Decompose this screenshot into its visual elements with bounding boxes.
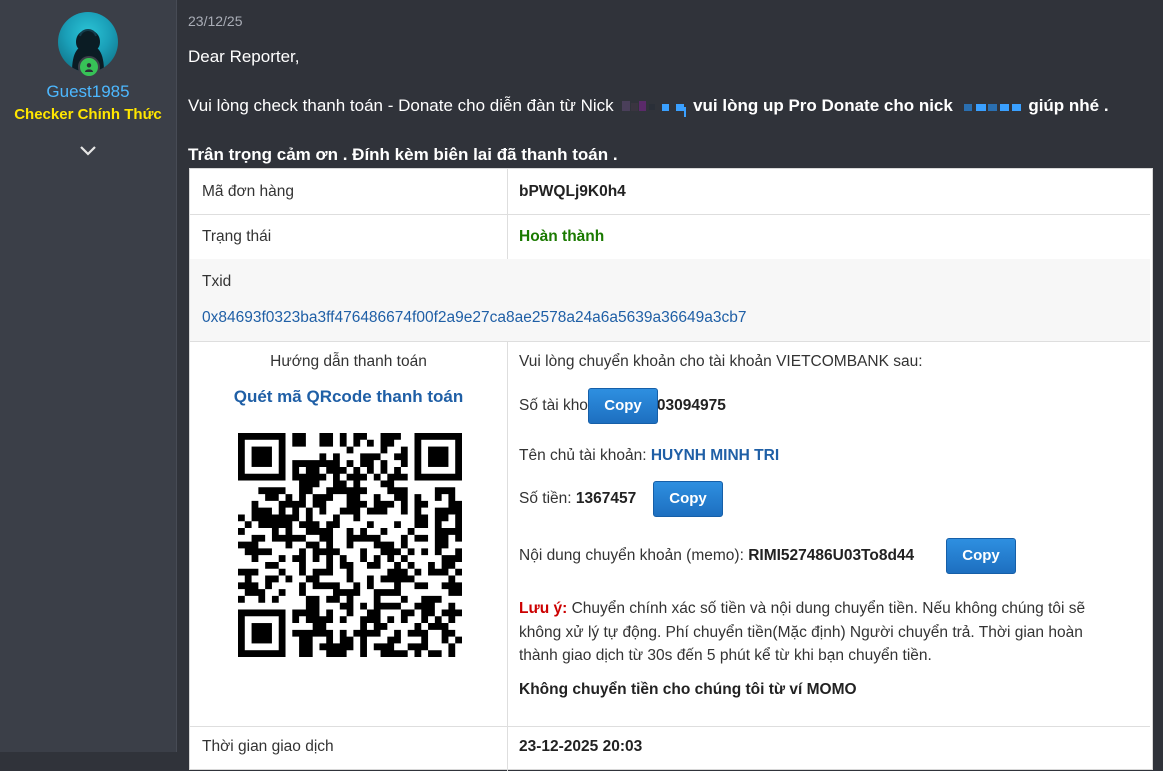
column-divider	[507, 726, 508, 771]
amount-label: Số tiền:	[519, 490, 572, 507]
memo-value: RIMI527486U03To8d44	[748, 547, 915, 564]
post-line-1-part2: vui lòng up Pro Donate cho nick	[693, 96, 953, 115]
copy-amount-button[interactable]: Copy	[653, 481, 723, 517]
txid-row: Txid 0x84693f0323ba3ff476486674f00f2a9e2…	[190, 259, 1150, 342]
username-link[interactable]: Guest1985	[0, 82, 176, 102]
memo-line: Nội dung chuyển khoản (memo): RIMI527486…	[519, 547, 914, 565]
order-row: Mã đơn hàng bPWQLj9K0h4	[190, 169, 1150, 215]
note-block: Lưu ý: Chuyển chính xác số tiền và nội d…	[519, 597, 1134, 668]
status-row: Trạng thái Hoàn thành	[190, 214, 1150, 260]
column-divider	[507, 169, 508, 259]
note-text-3: thành giao dịch từ 30s đến 5 phút kể từ …	[519, 647, 932, 664]
note-text-1: Chuyển chính xác số tiền và nội dung chu…	[571, 600, 1086, 617]
online-status-icon	[78, 56, 100, 78]
note-label: Lưu ý:	[519, 600, 568, 617]
redacted-nick-2	[963, 99, 1024, 115]
post-line-1: Vui lòng check thanh toán - Donate cho d…	[188, 96, 1109, 117]
bank-intro: Vui lòng chuyển khoản cho tài khoản VIET…	[519, 353, 923, 370]
order-value: bPWQLj9K0h4	[519, 183, 626, 200]
copy-account-button[interactable]: Copy	[588, 388, 658, 424]
payment-receipt-table: Mã đơn hàng bPWQLj9K0h4 Trạng thái Hoàn …	[189, 168, 1153, 771]
txid-link[interactable]: 0x84693f0323ba3ff476486674f00f2a9e27ca8a…	[202, 309, 746, 327]
amount-value: 1367457	[575, 490, 637, 507]
owner-value: HUYNH MINH TRI	[650, 447, 780, 464]
guide-label: Hướng dẫn thanh toán	[270, 353, 427, 370]
memo-label: Nội dung chuyển khoản (memo):	[519, 547, 744, 564]
time-label: Thời gian giao dịch	[202, 738, 334, 755]
order-label: Mã đơn hàng	[202, 183, 295, 200]
post-body: 23/12/25 Dear Reporter, Vui lòng check t…	[177, 0, 1163, 771]
qr-code-icon[interactable]	[238, 433, 462, 657]
post-line-1-part3: giúp nhé .	[1028, 96, 1109, 115]
user-title: Checker Chính Thức	[14, 106, 162, 123]
post-line-1-part1: Vui lòng check thanh toán - Donate cho d…	[188, 96, 614, 115]
amount-line: Số tiền: 1367457	[519, 490, 636, 508]
post-date[interactable]: 23/12/25	[188, 13, 243, 29]
owner-label: Tên chủ tài khoản:	[519, 447, 647, 464]
note-text-2: không xử lý tự động. Phí chuyển tiền(Mặc…	[519, 623, 1083, 641]
redacted-nick-1	[622, 99, 688, 117]
owner-line: Tên chủ tài khoản: HUYNH MINH TRI	[519, 447, 779, 465]
payment-guide-row: Hướng dẫn thanh toán Quét mã QRcode than…	[190, 341, 1150, 727]
user-sidebar: Guest1985 Checker Chính Thức	[0, 0, 177, 752]
post-line-2: Trân trọng cảm ơn . Đính kèm biên lai đã…	[188, 145, 618, 164]
greeting-text: Dear Reporter,	[188, 47, 300, 66]
time-value: 23-12-2025 20:03	[519, 738, 643, 755]
momo-warning: Không chuyển tiền cho chúng tôi từ ví MO…	[519, 681, 857, 698]
column-divider	[507, 341, 508, 726]
qr-label: Quét mã QRcode thanh toán	[233, 387, 464, 406]
chevron-down-icon[interactable]	[78, 143, 98, 157]
txid-label: Txid	[202, 273, 232, 290]
status-value: Hoàn thành	[519, 228, 605, 245]
time-row: Thời gian giao dịch 23-12-2025 20:03	[190, 726, 1150, 771]
copy-memo-button[interactable]: Copy	[946, 538, 1016, 574]
status-label: Trạng thái	[202, 228, 272, 245]
